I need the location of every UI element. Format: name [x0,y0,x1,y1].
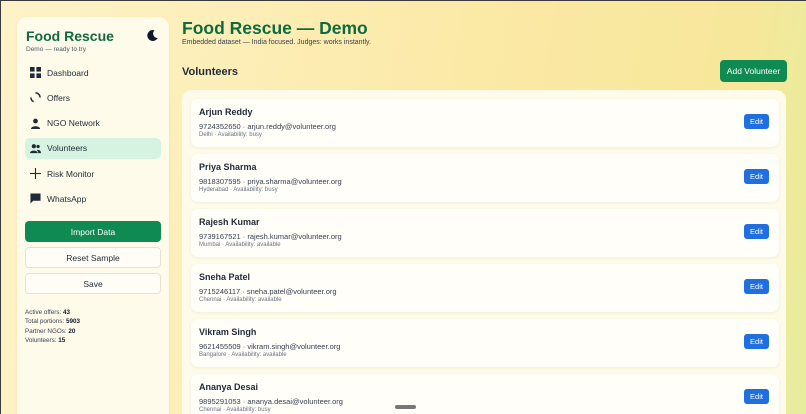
scroll-handle[interactable] [395,405,416,409]
volunteer-meta: Bangalore · Availability: available [199,352,287,358]
volunteer-name: Vikram Singh [199,327,257,337]
sidebar-item-dashboard[interactable]: Dashboard [25,62,161,83]
crosshair-icon [30,168,41,180]
stat-volunteers: Volunteers: 15 [25,336,66,344]
volunteer-card: Priya Sharma 9818307595 · priya.sharma@v… [191,154,779,202]
volunteer-contact: 9621455509 · vikram.singh@volunteer.org [199,342,341,351]
sidebar-item-ngo-network[interactable]: NGO Network [25,113,161,134]
sidebar-item-label: Volunteers [47,143,88,154]
volunteer-contact: 9715246117 · sneha.patel@volunteer.org [199,287,337,296]
person-icon [30,118,41,129]
volunteer-contact: 9818307595 · priya.sharma@volunteer.org [199,177,342,186]
volunteer-name: Rajesh Kumar [199,217,260,227]
volunteer-meta: Chennai · Availability: busy [199,407,271,413]
grid-icon [30,67,41,78]
save-button[interactable]: Save [25,273,161,294]
stat-total-portions: Total portions: 5903 [25,318,80,326]
stats-summary: Active offers: 43 Total portions: 5903 P… [25,308,80,345]
volunteer-contact: 9724352650 · arjun.reddy@volunteer.org [199,122,336,131]
brand-title: Food Rescue [26,28,114,44]
volunteer-name: Arjun Reddy [199,107,253,117]
sidebar-item-volunteers[interactable]: Volunteers [25,137,161,159]
reset-sample-button[interactable]: Reset Sample [25,247,161,268]
sidebar-item-label: Dashboard [47,67,89,78]
edit-button[interactable]: Edit [744,169,769,184]
volunteer-card: Sneha Patel 9715246117 · sneha.patel@vol… [191,264,779,312]
spinner-icon [30,92,41,103]
sidebar-item-label: Offers [47,92,70,103]
volunteer-card: Rajesh Kumar 9739167521 · rajesh.kumar@v… [191,209,779,257]
edit-button[interactable]: Edit [744,224,769,239]
moon-icon[interactable] [146,29,159,42]
volunteer-list: Arjun Reddy 9724352650 · arjun.reddy@vol… [182,90,786,414]
volunteer-name: Ananya Desai [199,382,259,392]
volunteer-card: Ananya Desai 9895291053 · ananya.desai@v… [191,374,779,414]
add-volunteer-button[interactable]: Add Volunteer [720,60,787,82]
sidebar-item-offers[interactable]: Offers [25,87,161,108]
people-icon [30,143,41,153]
volunteer-meta: Delhi · Availability: busy [199,132,262,138]
window-border-left [0,0,1,414]
brand-subtitle: Demo — ready to try [26,46,86,53]
section-title: Volunteers [182,66,239,78]
page-title: Food Rescue — Demo [182,18,368,38]
import-data-button[interactable]: Import Data [25,221,161,242]
volunteer-meta: Mumbai · Availability: available [199,242,281,248]
volunteer-meta: Chennai · Availability: available [199,297,282,303]
chat-icon [30,193,41,205]
edit-button[interactable]: Edit [744,389,769,404]
volunteer-contact: 9739167521 · rajesh.kumar@volunteer.org [199,232,342,241]
volunteer-meta: Hyderabad · Availability: busy [199,187,278,193]
edit-button[interactable]: Edit [744,279,769,294]
volunteer-card: Arjun Reddy 9724352650 · arjun.reddy@vol… [191,99,779,147]
window-border-top [0,0,806,1]
stat-partner-ngos: Partner NGOs: 20 [25,327,76,335]
volunteer-card: Vikram Singh 9621455509 · vikram.singh@v… [191,319,779,367]
sidebar-item-whatsapp[interactable]: WhatsApp [25,188,161,209]
volunteer-name: Sneha Patel [199,272,251,282]
stat-active-offers: Active offers: 43 [25,309,71,316]
sidebar-item-label: NGO Network [47,118,100,129]
edit-button[interactable]: Edit [744,334,769,349]
volunteer-contact: 9895291053 · ananya.desai@volunteer.org [199,397,343,406]
sidebar-nav: Dashboard Offers NGO Network Volunteers … [25,62,161,214]
page-subtitle: Embedded dataset — India focused. Judges… [182,39,371,46]
volunteer-name: Priya Sharma [199,162,257,172]
sidebar: Food Rescue Demo — ready to try Dashboar… [17,17,169,414]
sidebar-item-label: Risk Monitor [47,168,95,179]
sidebar-item-risk-monitor[interactable]: Risk Monitor [25,163,161,184]
sidebar-item-label: WhatsApp [47,193,87,204]
edit-button[interactable]: Edit [744,114,769,129]
